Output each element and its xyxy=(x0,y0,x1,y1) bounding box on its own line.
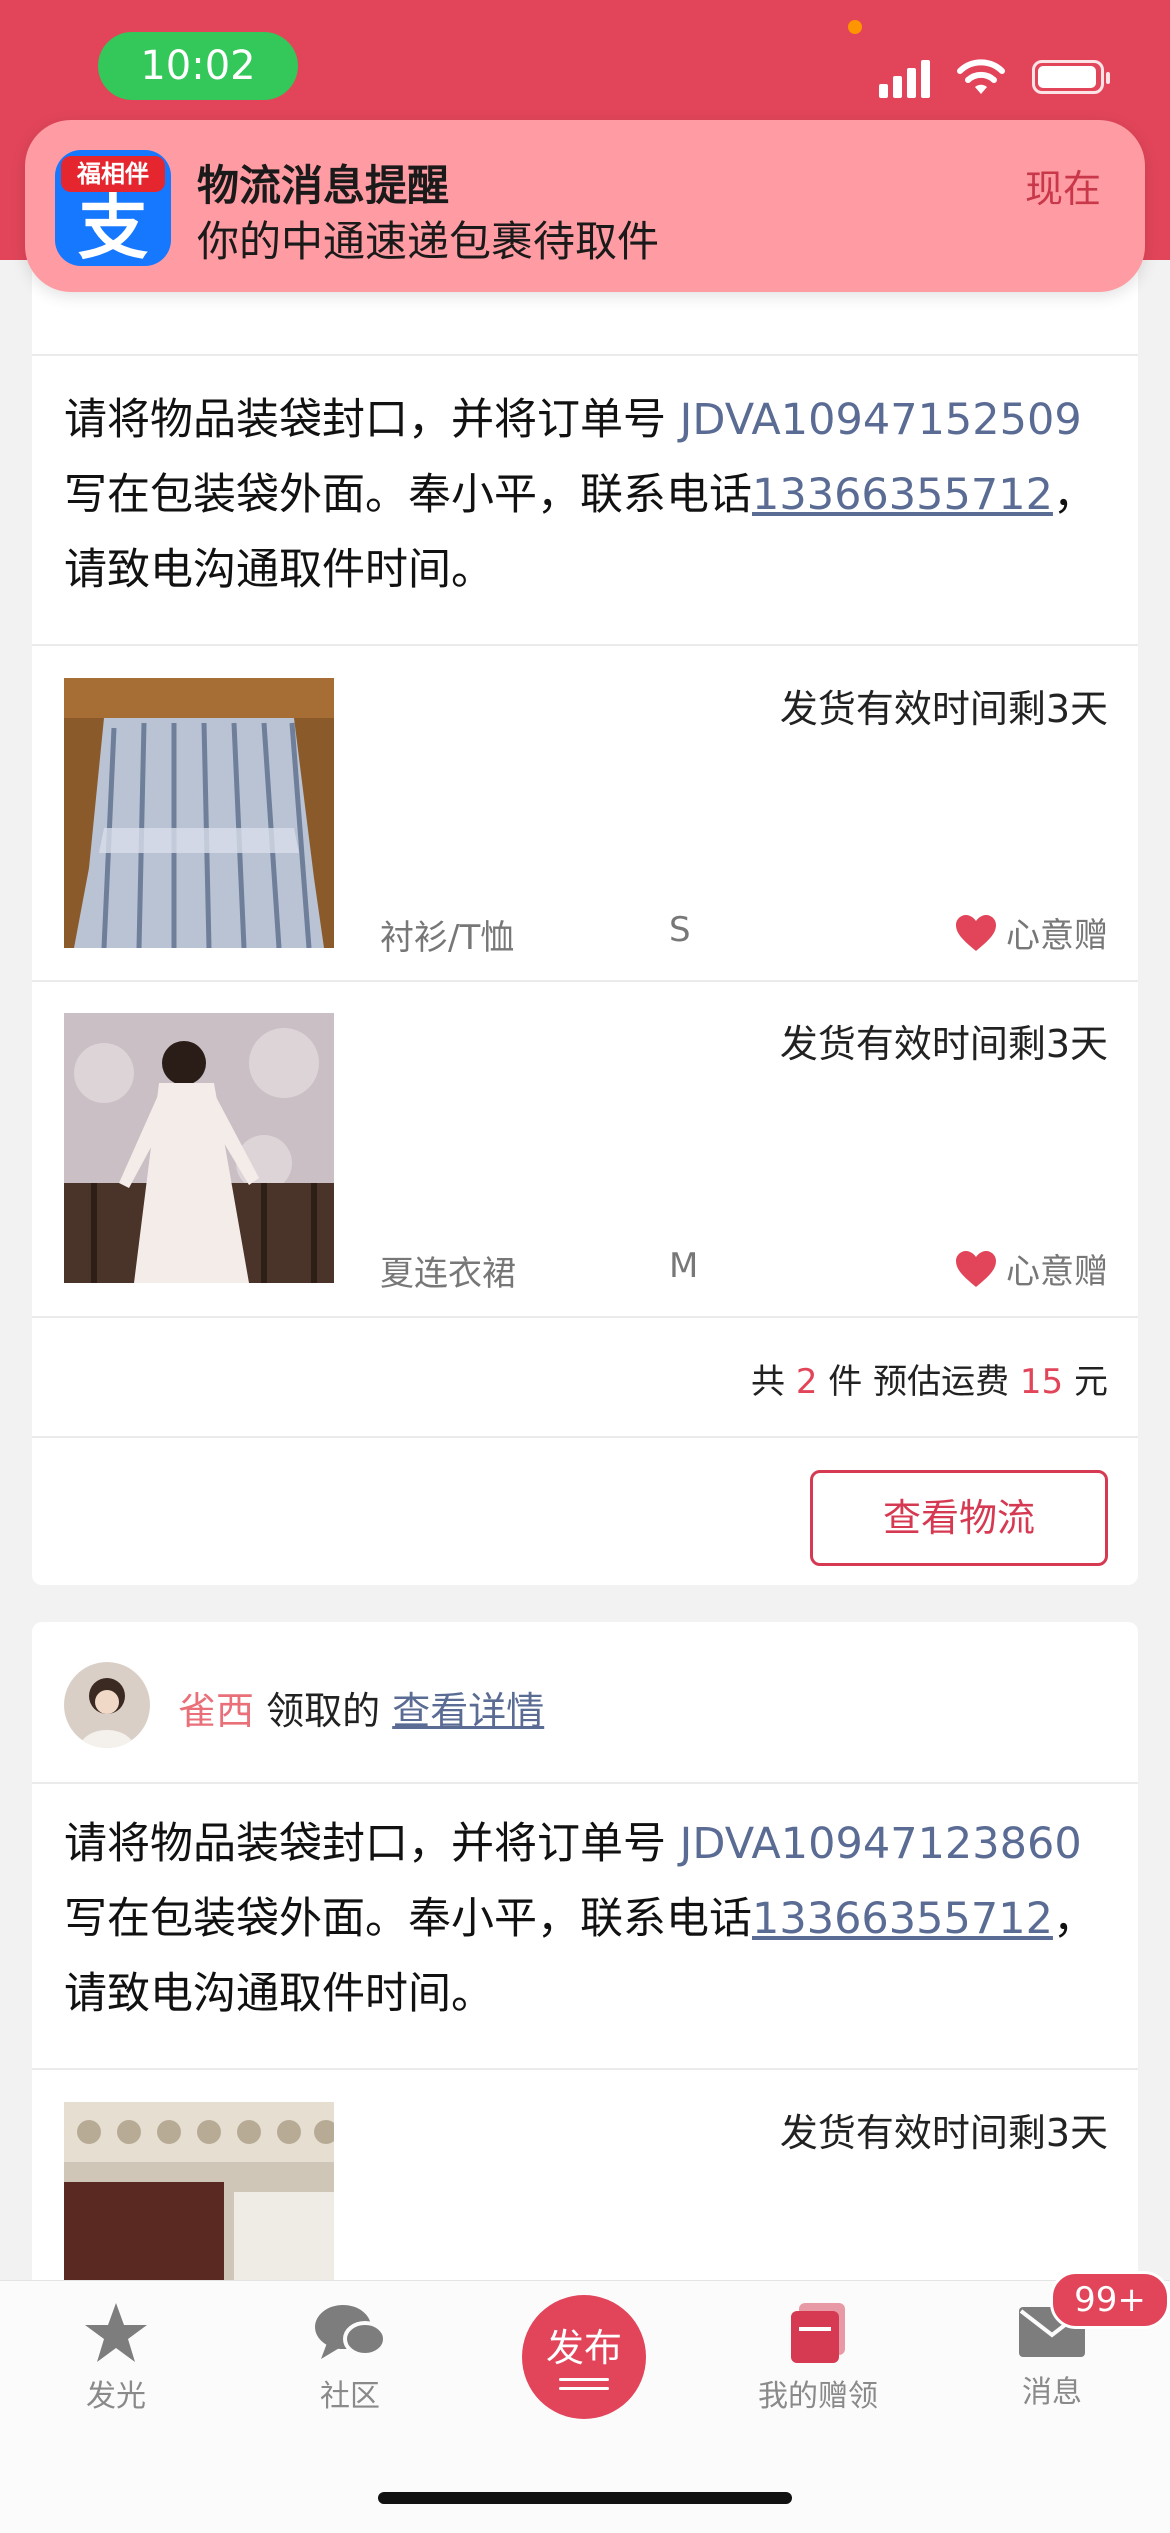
tab-label: 社区 xyxy=(320,2379,380,2414)
order-number: JDVA10947152509 xyxy=(679,395,1082,445)
divider xyxy=(32,354,1138,356)
notification-time: 现在 xyxy=(1024,167,1101,211)
pickup-instruction: 请将物品装袋封口，并将订单号 JDVA10947123860 写在包装袋外面。奉… xyxy=(64,1819,1096,2019)
receiver-nickname[interactable]: 雀西 xyxy=(178,1689,254,1733)
order-number: JDVA10947123860 xyxy=(679,1819,1082,1869)
tab-shine[interactable]: 发光 xyxy=(26,2301,206,2415)
item-size: S xyxy=(669,910,691,950)
tab-community[interactable]: 社区 xyxy=(260,2301,440,2415)
chat-icon xyxy=(315,2305,387,2359)
gift-tag: 心意赠 xyxy=(954,1244,1108,1293)
phone-link[interactable]: 13366355712 xyxy=(752,470,1053,520)
gift-icon xyxy=(791,2303,845,2363)
item-photo xyxy=(64,678,334,948)
gift-tag-label: 心意赠 xyxy=(1006,916,1108,956)
gift-tag-label: 心意赠 xyxy=(1006,1252,1108,1292)
divider xyxy=(32,1436,1138,1438)
phone-link[interactable]: 13366355712 xyxy=(752,1894,1053,1944)
app-icon-glyph: 支 xyxy=(78,187,148,266)
item-photo xyxy=(64,1013,334,1283)
heart-icon xyxy=(956,914,996,951)
order-card: 请将物品装袋封口，并将订单号 JDVA10947152509 写在包装袋外面。奉… xyxy=(32,200,1138,1585)
ship-deadline: 发货有效时间剩3天 xyxy=(779,687,1108,731)
item-count: 2 xyxy=(795,1362,818,1402)
home-indicator[interactable] xyxy=(378,2492,792,2504)
pickup-instruction: 请将物品装袋封口，并将订单号 JDVA10947152509 写在包装袋外面。奉… xyxy=(64,395,1096,595)
publish-label: 发布 xyxy=(545,2326,622,2370)
shipping-fee: 15 xyxy=(1019,1362,1064,1402)
cellular-signal-icon xyxy=(879,56,930,98)
ship-deadline: 发货有效时间剩3天 xyxy=(779,2111,1108,2155)
divider xyxy=(32,980,1138,982)
tab-label: 发光 xyxy=(86,2379,146,2414)
receiver-line: 雀西 领取的 查看详情 xyxy=(178,1689,545,1733)
heart-icon xyxy=(956,1250,996,1287)
view-logistics-button[interactable]: 查看物流 xyxy=(810,1470,1108,1566)
battery-icon xyxy=(1032,60,1110,94)
item-category: 夏连衣裙 xyxy=(380,1254,516,1294)
ship-deadline: 发货有效时间剩3天 xyxy=(779,1022,1108,1066)
order-summary: 共 2 件 预估运费 15 元 xyxy=(751,1362,1108,1402)
divider xyxy=(32,1316,1138,1318)
publish-button[interactable]: 发布 xyxy=(522,2295,646,2419)
order-card: 雀西 领取的 查看详情 请将物品装袋封口，并将订单号 JDVA109471238… xyxy=(32,1622,1138,2322)
tab-my-gifts[interactable]: 我的赠领 xyxy=(728,2301,908,2415)
item-category: 衬衫/T恤 xyxy=(380,918,515,958)
star-icon xyxy=(85,2303,147,2362)
tab-label: 我的赠领 xyxy=(758,2379,878,2414)
notification-body: 你的中通速递包裹待取件 xyxy=(197,217,660,266)
notification-banner[interactable]: 福相伴 支 物流消息提醒 你的中通速递包裹待取件 现在 xyxy=(25,120,1145,292)
privacy-indicator xyxy=(848,20,862,34)
alipay-app-icon: 福相伴 支 xyxy=(55,150,171,266)
avatar[interactable] xyxy=(64,1662,150,1748)
divider xyxy=(32,644,1138,646)
view-details-link[interactable]: 查看详情 xyxy=(392,1689,544,1733)
notification-title: 物流消息提醒 xyxy=(197,161,450,210)
divider xyxy=(32,2068,1138,2070)
status-time[interactable]: 10:02 xyxy=(98,32,298,100)
status-icons xyxy=(879,52,1110,102)
divider xyxy=(32,1782,1138,1784)
wifi-icon xyxy=(957,59,1005,94)
tab-label: 消息 xyxy=(1022,2375,1082,2410)
item-size: M xyxy=(669,1246,699,1286)
message-count-badge: 99+ xyxy=(1050,2271,1170,2329)
gift-tag: 心意赠 xyxy=(954,908,1108,957)
publish-icon xyxy=(559,2378,609,2390)
